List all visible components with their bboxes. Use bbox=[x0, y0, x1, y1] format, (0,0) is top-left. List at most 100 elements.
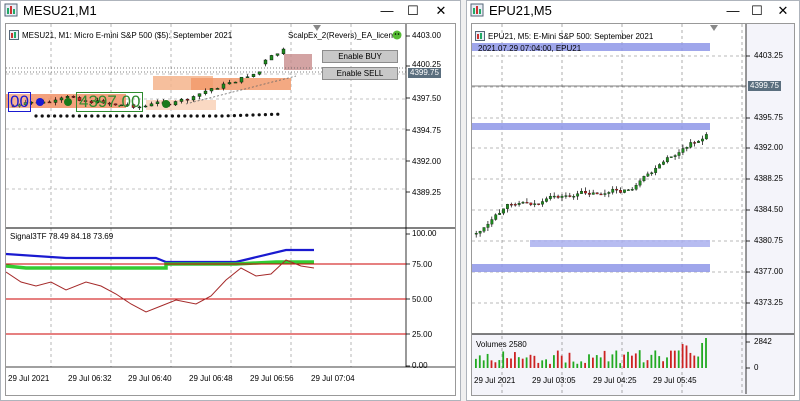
candle-body bbox=[638, 180, 642, 186]
candle-body bbox=[642, 176, 646, 182]
chart-window-epu21[interactable]: EPU21,M5 — ☐ ✕ EPU21, M5: E-Mini S&P 500… bbox=[466, 0, 800, 401]
price-axis-label: 4380.75 bbox=[754, 236, 783, 245]
ea-name-label: ScalpEx_2(Revers)_EA_license bbox=[288, 31, 402, 40]
price-axis-label: 4403.25 bbox=[754, 51, 783, 60]
time-axis-label: 29 Jul 2021 bbox=[8, 374, 50, 383]
candle-body bbox=[275, 53, 280, 56]
close-icon[interactable]: ✕ bbox=[431, 2, 451, 20]
candle-body bbox=[185, 98, 190, 101]
maximize-icon[interactable]: ☐ bbox=[403, 2, 423, 20]
chart-window-icon bbox=[470, 3, 484, 17]
candle-body bbox=[474, 233, 478, 235]
candle-body bbox=[626, 189, 630, 191]
volume-bar bbox=[595, 355, 598, 368]
signal-dot bbox=[276, 112, 280, 116]
price-axis-label: 4395.75 bbox=[754, 113, 783, 122]
volume-bar bbox=[603, 350, 606, 368]
candle-body bbox=[191, 96, 196, 101]
volume-bar bbox=[490, 360, 493, 368]
price-axis-label: 4392.00 bbox=[754, 143, 783, 152]
time-axis-label: 29 Jul 07:04 bbox=[311, 374, 355, 383]
minimize-icon[interactable]: — bbox=[377, 2, 397, 20]
shift-marker-icon[interactable] bbox=[710, 25, 718, 31]
chart-window-icon bbox=[4, 3, 18, 17]
candle-body bbox=[65, 96, 70, 99]
signal-dot bbox=[53, 114, 57, 118]
volume-bar bbox=[689, 352, 692, 368]
smiley-icon[interactable] bbox=[392, 30, 402, 40]
volume-axis-label: 0 bbox=[754, 363, 759, 372]
candle-body bbox=[685, 147, 689, 149]
candle-body bbox=[221, 83, 226, 89]
volume-bar bbox=[572, 361, 575, 368]
signal-dot bbox=[183, 114, 187, 118]
signal-dot bbox=[65, 114, 69, 118]
enable-buy-button[interactable]: Enable BUY bbox=[322, 50, 398, 63]
volume-bar bbox=[705, 338, 707, 368]
close-icon[interactable]: ✕ bbox=[773, 2, 793, 20]
time-axis-label: 29 Jul 06:48 bbox=[189, 374, 233, 383]
candle-body bbox=[257, 71, 262, 75]
volume-bar bbox=[611, 354, 614, 368]
signal-dot bbox=[115, 114, 119, 118]
volume-bar bbox=[568, 352, 571, 368]
candle-body bbox=[611, 188, 615, 193]
volume-bar bbox=[615, 350, 618, 368]
signal-dot bbox=[127, 114, 131, 118]
volume-bar bbox=[685, 345, 688, 368]
price-axis-label: 4403.00 bbox=[412, 31, 441, 40]
signal-dot bbox=[232, 114, 236, 118]
volume-bar bbox=[529, 354, 532, 368]
candle-body bbox=[281, 48, 286, 54]
window-title: MESU21,M1 bbox=[23, 3, 97, 18]
candle-body bbox=[646, 173, 650, 177]
candle-body bbox=[506, 204, 509, 209]
candle-body bbox=[677, 152, 681, 156]
volume-bar bbox=[584, 362, 586, 368]
price-axis-label: 4388.25 bbox=[754, 174, 783, 183]
chart-area[interactable]: MESU21, M1: Micro E-mini S&P 500 ($5): S… bbox=[5, 23, 456, 396]
indicator-axis-label: 25.00 bbox=[412, 330, 433, 339]
candle-body bbox=[533, 203, 537, 205]
volume-bar bbox=[533, 355, 536, 368]
candle-body bbox=[552, 195, 556, 198]
candle-body bbox=[689, 142, 693, 148]
candle-body bbox=[529, 202, 533, 205]
signal-dot bbox=[257, 113, 261, 117]
candle-body bbox=[693, 142, 697, 144]
candle-body bbox=[53, 99, 58, 103]
candle-body bbox=[603, 193, 607, 195]
window-title: EPU21,M5 bbox=[489, 3, 552, 18]
shift-marker-icon[interactable] bbox=[313, 25, 321, 31]
candle-body bbox=[615, 188, 619, 191]
signal-dot bbox=[46, 114, 51, 118]
signal-dot bbox=[133, 114, 137, 118]
volume-bar bbox=[634, 353, 637, 368]
candle-body bbox=[560, 195, 564, 198]
maximize-icon[interactable]: ☐ bbox=[747, 2, 767, 20]
time-axis-label: 29 Jul 05:45 bbox=[653, 376, 697, 385]
candle-body bbox=[654, 168, 658, 173]
volume-bar bbox=[588, 354, 590, 368]
volume-bar bbox=[482, 360, 485, 368]
signal-dot bbox=[251, 113, 255, 117]
candle-body bbox=[59, 97, 64, 101]
window-titlebar[interactable]: EPU21,M5 — ☐ ✕ bbox=[467, 1, 799, 21]
indicator-axis-label: 100.00 bbox=[412, 229, 437, 238]
minimize-icon[interactable]: — bbox=[723, 2, 743, 20]
price-axis-label: 4394.75 bbox=[412, 126, 441, 135]
chart-window-mesu21[interactable]: MESU21,M1 — ☐ ✕ MESU21, M1: Micro E-mini… bbox=[0, 0, 461, 401]
signal-dot bbox=[170, 114, 174, 118]
enable-sell-button[interactable]: Enable SELL bbox=[322, 67, 398, 80]
candle-body bbox=[149, 103, 154, 107]
window-titlebar[interactable]: MESU21,M1 — ☐ ✕ bbox=[1, 1, 460, 21]
candle-body bbox=[509, 204, 513, 206]
signal-dot bbox=[208, 114, 212, 118]
indicator-label: Signal3TF 78.49 84.18 73.69 bbox=[10, 232, 114, 241]
candle-body bbox=[209, 88, 214, 92]
chart-area[interactable]: EPU21, M5: E-Mini S&P 500: September 202… bbox=[471, 23, 795, 396]
candle-body bbox=[584, 191, 587, 194]
candle-body bbox=[71, 96, 76, 98]
time-axis-label: 29 Jul 04:25 bbox=[593, 376, 637, 385]
candle-body bbox=[233, 81, 238, 84]
